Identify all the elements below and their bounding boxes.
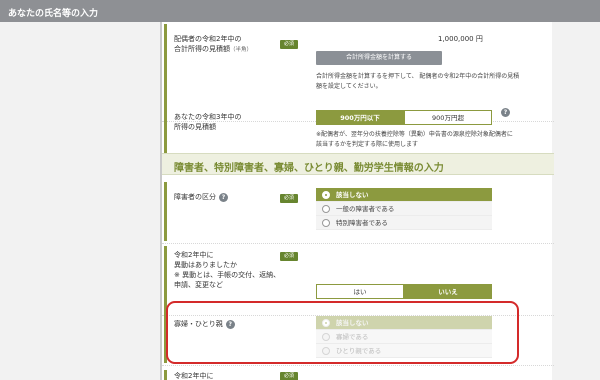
calculate-total-income-button[interactable]: 合計所得金額を計算する	[316, 51, 442, 65]
radio-dot-icon	[322, 191, 330, 199]
change-no-option[interactable]: いいえ	[404, 284, 492, 299]
disability-row: 障害者の区分? 必須 該当しない 一般の障害者である 特別障害者である	[162, 180, 554, 244]
next-row-label: 令和2年中に	[174, 372, 214, 380]
required-badge: 必須	[280, 40, 298, 49]
label-line: 所得の見積額	[174, 123, 216, 131]
note-line: 合計所得金額を計算するを押下して、 配偶者の令和2年中の合計所得の見積	[316, 73, 520, 80]
note-line: ※配偶者が、翌年分の扶養控除等（異動）申告書の源泉控除対象配偶者に	[316, 131, 513, 138]
help-icon[interactable]: ?	[219, 192, 228, 202]
label-line: 配偶者の令和2年中の	[174, 35, 242, 43]
row-accent-bar	[164, 182, 167, 241]
window-title: あなたの氏名等の入力	[0, 0, 600, 22]
option-label: 一般の障害者である	[336, 205, 395, 213]
row-accent-bar	[164, 104, 167, 159]
note-line: 該当するかを判定する際に使用します	[316, 141, 419, 148]
disability-radio-group: 該当しない 一般の障害者である 特別障害者である	[316, 188, 492, 230]
income-over-900-option[interactable]: 900万円超	[404, 110, 492, 125]
change-label: 令和2年中に 異動はありましたか ※ 異動とは、手帳の交付、返納、 申請、変更な…	[174, 250, 280, 290]
r3-income-label: あなたの令和3年中の 所得の見積額	[174, 112, 241, 132]
disability-label: 障害者の区分?	[174, 192, 228, 202]
required-badge: 必須	[280, 252, 298, 261]
label-line: ※ 異動とは、手帳の交付、返納、	[174, 271, 281, 279]
red-highlight-box	[166, 301, 519, 364]
label-line: 合計所得の見積額	[174, 45, 230, 53]
section-heading: 障害者、特別障害者、寡婦、ひとり親、勤労学生情報の入力	[162, 153, 554, 175]
option-label: 特別障害者である	[336, 219, 388, 227]
radio-dot-icon	[322, 219, 330, 227]
spouse-income-note: 合計所得金額を計算するを押下して、 配偶者の令和2年中の合計所得の見積 額を設定…	[316, 72, 554, 92]
row-accent-bar	[164, 370, 167, 380]
spouse-income-label: 配偶者の令和2年中の 合計所得の見積額（半角）	[174, 34, 252, 55]
r3-income-note: ※配偶者が、翌年分の扶養控除等（異動）申告書の源泉控除対象配偶者に 該当するかを…	[316, 130, 554, 150]
change-yes-option[interactable]: はい	[316, 284, 404, 299]
note-line: 額を設定してください。	[316, 83, 382, 90]
disability-option-none[interactable]: 該当しない	[316, 188, 492, 202]
disability-option-special[interactable]: 特別障害者である	[316, 216, 492, 230]
label-line: あなたの令和3年中の	[174, 113, 242, 121]
spouse-income-amount: 1,000,000 円	[438, 35, 483, 43]
label-suffix: （半角）	[230, 47, 253, 53]
option-label: 該当しない	[336, 191, 369, 199]
left-gutter	[0, 22, 160, 380]
radio-dot-icon	[322, 205, 330, 213]
label-line: 申請、変更など	[174, 281, 223, 289]
income-900-or-less-option[interactable]: 900万円以下	[316, 110, 404, 125]
right-gutter	[552, 22, 600, 380]
required-badge: 必須	[280, 372, 298, 380]
disability-option-general[interactable]: 一般の障害者である	[316, 202, 492, 216]
row-accent-bar	[164, 246, 167, 313]
label-line: 令和2年中に	[174, 251, 214, 259]
label-text: 障害者の区分	[174, 193, 216, 201]
next-row: 令和2年中に 必須	[162, 368, 554, 380]
label-line: 異動はありましたか	[174, 261, 237, 269]
help-icon[interactable]: ?	[501, 108, 510, 117]
required-badge: 必須	[280, 194, 298, 203]
